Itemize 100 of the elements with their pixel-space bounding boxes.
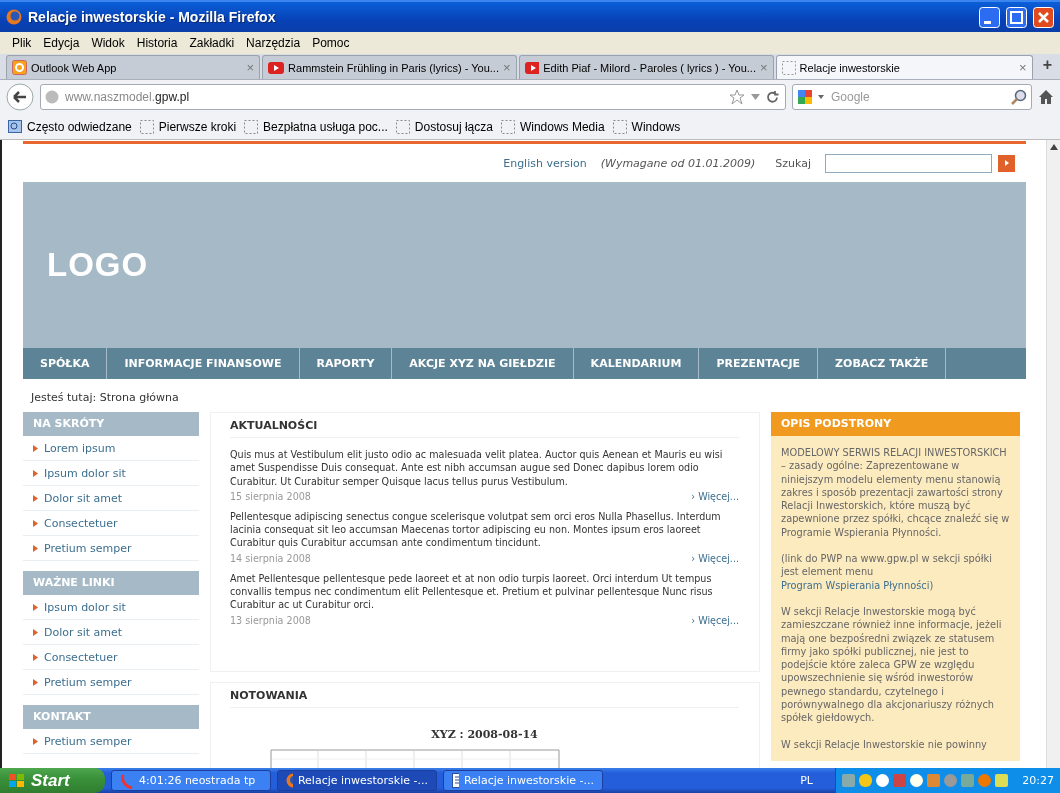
- phone-icon: [120, 772, 134, 789]
- sidebar-link[interactable]: Lorem ipsum: [23, 436, 199, 461]
- close-button[interactable]: [1033, 6, 1054, 28]
- menu-item[interactable]: Historia: [130, 34, 184, 52]
- sidebar-link[interactable]: Consectetuer: [23, 511, 199, 536]
- sidebar-link[interactable]: Pretium semper: [23, 729, 199, 754]
- sidebar-link[interactable]: Pretium semper: [23, 536, 199, 561]
- tab-title: Outlook Web App: [31, 61, 118, 74]
- home-icon[interactable]: [1038, 89, 1054, 105]
- bookmark-item[interactable]: Pierwsze kroki: [139, 119, 237, 134]
- bookmark-item[interactable]: Często odwiedzane: [8, 119, 132, 134]
- sidebar-link[interactable]: Ipsum dolor sit: [23, 461, 199, 486]
- sidebar-heading: KONTAKT: [23, 705, 199, 729]
- nav-link[interactable]: AKCJE XYZ NA GIEŁDZIE: [392, 348, 574, 379]
- bullet-icon: [33, 444, 38, 452]
- bullet-icon: [33, 469, 38, 477]
- menu-item[interactable]: Zakładki: [183, 34, 241, 52]
- news-date: 15 sierpnia 2008: [230, 490, 311, 502]
- menu-item[interactable]: Plik: [6, 34, 38, 52]
- tray-icon[interactable]: [859, 774, 872, 787]
- windows-logo-icon: [8, 772, 26, 789]
- maximize-button[interactable]: [1006, 6, 1027, 28]
- taskbar-button[interactable]: Relacje inwestorskie -...: [443, 770, 603, 791]
- news-date: 13 sierpnia 2008: [230, 614, 311, 626]
- dropdown-icon[interactable]: [751, 94, 760, 100]
- bookmark-item[interactable]: Bezpłatna usługa poc...: [244, 119, 388, 134]
- bullet-icon: [33, 737, 38, 745]
- sidebar-link[interactable]: Consectetuer: [23, 645, 199, 670]
- reload-icon[interactable]: [766, 90, 779, 104]
- nav-link[interactable]: INFORMACJE FINANSOWE: [107, 348, 300, 379]
- play-icon: [524, 61, 540, 74]
- site-search-field[interactable]: [825, 153, 992, 173]
- sidebar-link[interactable]: Dolor sit amet: [23, 620, 199, 645]
- sidebar-heading: NA SKRÓTY: [23, 412, 199, 436]
- menu-item[interactable]: Edycja: [37, 34, 86, 52]
- nav-link[interactable]: RAPORTY: [299, 348, 393, 379]
- language-link[interactable]: English version: [503, 156, 587, 170]
- bookmark-item[interactable]: Dostosuj łącza: [395, 119, 493, 134]
- browser-tab[interactable]: Relacje inwestorskie ×: [775, 55, 1033, 79]
- panel-title: OPIS PODSTRONY: [771, 412, 1020, 436]
- sidebar-link[interactable]: Ipsum dolor sit: [23, 595, 199, 620]
- sidebar-link[interactable]: Dolor sit amet: [23, 486, 199, 511]
- program-link[interactable]: Program Wspierania Płynności: [781, 579, 930, 591]
- browser-tab[interactable]: Outlook Web App ×: [6, 55, 261, 79]
- start-button[interactable]: Start: [0, 768, 105, 793]
- language-indicator[interactable]: PL: [800, 774, 813, 787]
- clock: 20:27: [1022, 774, 1054, 787]
- sidebar-link[interactable]: Pretium semper: [23, 670, 199, 695]
- requirement-note: (Wymagane od 01.01.2009): [600, 156, 756, 170]
- bookmark-item[interactable]: Windows: [612, 119, 681, 134]
- bookmark-item[interactable]: Windows Media: [500, 119, 605, 134]
- dropdown-icon[interactable]: [818, 95, 824, 99]
- search-icon[interactable]: [1011, 89, 1027, 105]
- bullet-icon: [33, 544, 38, 552]
- page-icon: [781, 60, 796, 75]
- tray-icon[interactable]: [910, 774, 923, 787]
- globe-icon: [45, 90, 59, 104]
- tray-icon[interactable]: [876, 774, 889, 787]
- browser-tab[interactable]: Edith Piaf - Milord - Paroles ( lyrics ) - You... ×: [518, 55, 774, 79]
- tab-title: Relacje inwestorskie: [799, 61, 901, 74]
- more-link[interactable]: › Więcej...: [691, 490, 739, 502]
- more-link[interactable]: › Więcej...: [691, 552, 739, 564]
- minimize-button[interactable]: [979, 6, 1000, 28]
- news-text: Amet Pellentesque pellentesque pede laoreet et at non odio turpis laoreet. Orci interdum Ut tempus convallis tempus nec condimentum elit Pellentesque et. Pretium et pulvinar pellentesque Nunc risus Curabitur ac ut Curabitur orci.: [230, 571, 714, 612]
- page-icon: [395, 119, 410, 134]
- scrollbar[interactable]: [1046, 140, 1060, 768]
- star-icon[interactable]: [729, 89, 745, 105]
- scroll-up-icon[interactable]: [1049, 144, 1058, 150]
- play-icon: [268, 61, 285, 74]
- arrow-icon: [1004, 160, 1009, 166]
- news-text: Pellentesque adipiscing senectus congue scelerisque volutpat sem orci eros Nulla Phasellus. Interdum lacinia consequat sit leo accumsan Maecenas tortor adipiscing eu non. Montes ipsum eros laoreet Curabitur quis Curabitur accumsan ante condimentum tincidunt.: [230, 509, 722, 550]
- page-icon: [139, 119, 154, 134]
- nav-link[interactable]: PREZENTACJE: [699, 348, 819, 379]
- bullet-icon: [33, 519, 38, 527]
- taskbar-button[interactable]: Relacje inwestorskie -...: [277, 770, 437, 791]
- search-go-button[interactable]: [998, 154, 1015, 172]
- menu-item[interactable]: Pomoc: [306, 34, 356, 52]
- nav-link[interactable]: SPÓŁKA: [23, 348, 108, 379]
- description-text: W sekcji Relacje Inwestorskie nie powinny: [781, 737, 988, 751]
- new-tab-button[interactable]: +: [1034, 56, 1060, 77]
- address-field[interactable]: www.naszmodel.gpw.pl: [40, 84, 786, 110]
- document-icon: [452, 773, 459, 788]
- menu-item[interactable]: Narzędzia: [240, 34, 307, 52]
- nav-link[interactable]: ZOBACZ TAKŻE: [818, 348, 947, 379]
- tab-title: Edith Piaf - Milord - Paroles ( lyrics ) - You...: [543, 61, 756, 74]
- tab-close-button[interactable]: ×: [1019, 60, 1027, 75]
- panel-title: NOTOWANIA: [230, 683, 739, 708]
- browser-tab[interactable]: Rammstein Frühling in Paris (lyrics) - You... ×: [262, 55, 517, 79]
- url-text: www.naszmodel.gpw.pl: [65, 90, 191, 104]
- page-icon: [244, 119, 259, 134]
- back-button[interactable]: [6, 83, 34, 111]
- tab-title: Rammstein Frühling in Paris (lyrics) - You...: [288, 61, 499, 74]
- web-search-field[interactable]: Google: [792, 84, 1032, 110]
- menu-item[interactable]: Widok: [85, 34, 131, 52]
- window-title: Relacje inwestorskie - Mozilla Firefox: [28, 9, 277, 25]
- nav-link[interactable]: KALENDARIUM: [573, 348, 700, 379]
- search-label: Szukaj: [775, 156, 811, 170]
- bullet-icon: [33, 494, 38, 502]
- taskbar-button[interactable]: 4:01:26 neostrada tp: [111, 770, 271, 791]
- more-link[interactable]: › Więcej...: [691, 614, 739, 626]
